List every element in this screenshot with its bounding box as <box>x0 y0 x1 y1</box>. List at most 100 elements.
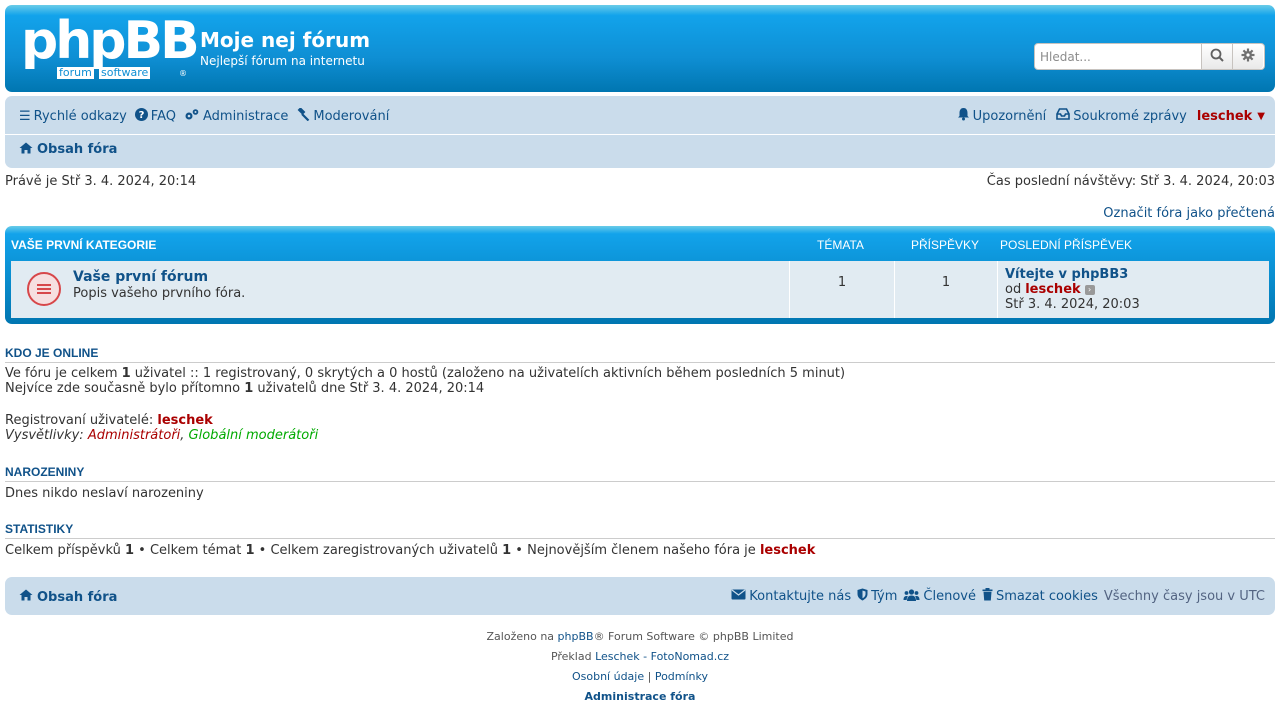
navbar: ☰ Rychlé odkazy ? FAQ Administrace Moder <box>5 96 1275 168</box>
online-text: Ve fóru je celkem <box>5 366 122 381</box>
notifications-link[interactable]: Upozornění <box>957 107 1047 125</box>
members-link[interactable]: Členové <box>903 588 976 605</box>
contact-us-link[interactable]: Kontaktujte nás <box>731 589 851 604</box>
col-last-post-header: POSLEDNÍ PŘÍSPĚVEK <box>1000 238 1133 252</box>
birthdays-heading: NAROZENINY <box>5 465 1275 482</box>
moderate-label: Moderování <box>313 108 390 124</box>
cell-divider <box>997 261 998 318</box>
translation-text: Překlad <box>550 650 596 663</box>
phpbb-link[interactable]: phpBB <box>558 630 594 643</box>
trash-icon <box>982 588 993 605</box>
gear-icon <box>1241 48 1255 66</box>
notifications-label: Upozornění <box>972 108 1047 124</box>
powered-by-text: ® Forum Software © phpBB Limited <box>593 630 794 643</box>
last-post-by-label: od <box>1005 282 1022 297</box>
caret-down-icon: ▼ <box>1257 110 1265 122</box>
username: leschek <box>1196 108 1253 124</box>
user-menu[interactable]: leschek ▼ <box>1197 109 1265 124</box>
home-icon <box>19 142 33 158</box>
category-title[interactable]: VAŠE PRVNÍ KATEGORIE <box>11 238 156 252</box>
admin-link[interactable]: Administrace <box>184 108 288 125</box>
quick-links-menu[interactable]: ☰ Rychlé odkazy <box>19 109 127 124</box>
last-post-title-link[interactable]: Vítejte v phpBB3 <box>1005 267 1128 282</box>
legend-global-moderators-link[interactable]: Globální moderátoři <box>189 428 319 443</box>
record-text: Nejvíce zde současně bylo přítomno <box>5 381 245 396</box>
stats-posts-count: 1 <box>124 543 135 558</box>
stats-text: • Celkem témat <box>134 543 246 558</box>
site-header: phpBB forum software ® Moje nej fórum Ne… <box>5 5 1275 92</box>
view-latest-post-icon[interactable]: › <box>1084 284 1095 295</box>
search-icon <box>1210 48 1224 66</box>
search-button[interactable] <box>1201 44 1232 69</box>
forum-description: Popis vašeho prvního fóra. <box>73 286 246 301</box>
search-input[interactable] <box>1035 44 1201 69</box>
site-description: Nejlepší fórum na internetu <box>200 54 365 68</box>
registered-users-label: Registrovaní uživatelé: <box>5 413 158 428</box>
logo-text: phpBB <box>21 11 200 71</box>
online-user-link[interactable]: leschek <box>157 413 212 428</box>
last-post-user-link[interactable]: leschek <box>1025 282 1080 297</box>
legend-label: Vysvětlivky: <box>5 428 88 443</box>
forum-title-link[interactable]: Vaše první fórum <box>73 269 208 285</box>
team-link[interactable]: Tým <box>857 588 897 605</box>
translation-link[interactable]: Leschek - FotoNomad.cz <box>595 650 729 663</box>
members-label: Členové <box>923 589 976 604</box>
breadcrumb-board-index[interactable]: Obsah fóra <box>19 142 117 158</box>
mark-forums-read-link[interactable]: Označit fóra jako přečtená <box>1103 206 1275 221</box>
question-circle-icon: ? <box>134 107 148 125</box>
breadcrumb: Obsah fóra <box>5 134 1275 164</box>
forum-read-icon <box>27 272 61 306</box>
acp-link[interactable]: Administrace fóra <box>585 690 696 703</box>
forum-topics-count: 1 <box>837 275 847 290</box>
privacy-link[interactable]: Osobní údaje <box>572 670 644 683</box>
delete-cookies-link[interactable]: Smazat cookies <box>982 588 1098 605</box>
footer-navbar: Obsah fóra Kontaktujte nás Tým Členové S… <box>5 577 1275 615</box>
moderate-link[interactable]: Moderování <box>296 106 390 125</box>
terms-link[interactable]: Podmínky <box>655 670 708 683</box>
category-header: VAŠE PRVNÍ KATEGORIE TÉMATA PŘÍSPĚVKY PO… <box>5 226 1275 261</box>
forum-category: VAŠE PRVNÍ KATEGORIE TÉMATA PŘÍSPĚVKY PO… <box>5 226 1275 324</box>
bell-icon <box>957 107 970 125</box>
inbox-icon <box>1056 108 1071 124</box>
svg-text:?: ? <box>138 110 144 121</box>
cogs-icon <box>184 108 200 125</box>
hamburger-icon: ☰ <box>19 108 31 124</box>
powered-by-text: Založeno na <box>486 630 558 643</box>
footer-breadcrumb-board-index[interactable]: Obsah fóra <box>19 589 117 605</box>
footer-breadcrumb-label: Obsah fóra <box>37 589 118 605</box>
private-messages-link[interactable]: Soukromé zprávy <box>1056 108 1187 124</box>
record-count: 1 <box>244 381 254 396</box>
home-icon <box>19 589 33 605</box>
gavel-icon <box>296 106 310 125</box>
logo-sub-forum: forum <box>57 66 94 79</box>
stats-text: • Nejnovějším členem našeho fóra je <box>511 543 760 558</box>
search-box <box>1034 43 1265 70</box>
acp-container: Administrace fóra <box>0 690 1280 703</box>
legend-administrators-link[interactable]: Administrátoři <box>88 428 180 443</box>
stats-text: Celkem příspěvků <box>5 543 125 558</box>
site-title[interactable]: Moje nej fórum <box>200 28 370 52</box>
logo-sub-software: software <box>99 66 151 79</box>
cell-divider <box>894 261 895 318</box>
last-post-author: od leschek › <box>1005 282 1095 297</box>
who-is-online-heading[interactable]: KDO JE ONLINE <box>5 346 1275 363</box>
faq-link[interactable]: ? FAQ <box>134 107 176 125</box>
delete-cookies-label: Smazat cookies <box>995 589 1098 604</box>
shield-icon <box>857 588 868 605</box>
legend-separator: , <box>180 428 189 443</box>
registered-users: Registrovaní uživatelé: leschek Vysvětli… <box>5 413 318 443</box>
current-time: Právě je Stř 3. 4. 2024, 20:14 <box>5 174 197 189</box>
online-text: uživatel :: 1 registrovaný, 0 skrytých a… <box>130 366 846 381</box>
envelope-icon <box>731 589 746 604</box>
powered-by: Založeno na phpBB® Forum Software © phpB… <box>0 630 1280 643</box>
translation-info: Překlad Leschek - FotoNomad.cz <box>0 650 1280 663</box>
stats-users-count: 1 <box>502 543 512 558</box>
contact-us-label: Kontaktujte nás <box>749 589 852 604</box>
newest-member-link[interactable]: leschek <box>760 543 815 558</box>
footer-links: Osobní údaje | Podmínky <box>0 670 1280 683</box>
forum-posts-count: 1 <box>941 275 951 290</box>
footer-links-separator: | <box>644 670 655 683</box>
phpbb-logo[interactable]: phpBB forum software ® <box>21 11 200 81</box>
advanced-search-button[interactable] <box>1232 44 1263 69</box>
cell-divider <box>789 261 790 318</box>
